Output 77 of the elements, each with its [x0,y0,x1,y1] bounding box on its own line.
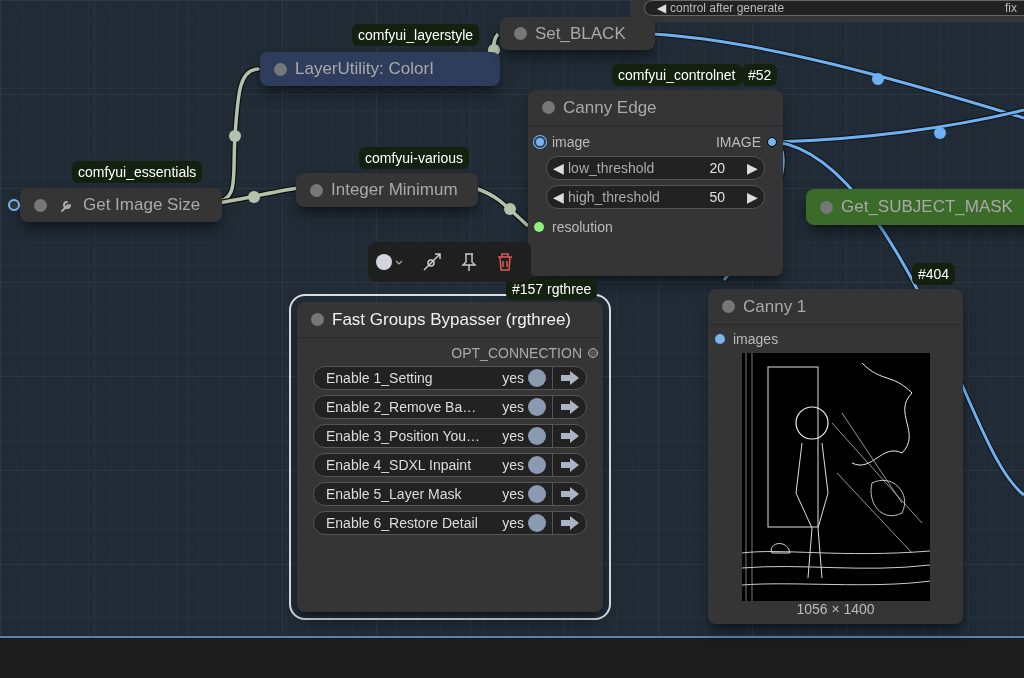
toggle-label: Enable 1_Setting [325,368,434,388]
toggle-knob[interactable] [528,456,546,474]
decrement-arrow: ◀ [553,158,564,178]
node-badge: #157 rgthree [506,278,598,300]
decrement-arrow: ◀ [553,187,564,207]
widget-value: fix [1005,2,1017,14]
node-title: Set_BLACK [535,22,626,45]
output-label: IMAGE [715,132,761,152]
image-size-label: 1056 × 1400 [796,602,875,616]
input-label: image [552,132,591,152]
node-badge: comfyui-various [359,147,470,169]
node-title: Get Image Size [83,194,201,217]
toggle-knob[interactable] [528,398,546,416]
node-card[interactable]: LayerUtility: ColorI [260,52,500,86]
decrement-arrow: ◀ [657,2,666,14]
trash-icon[interactable] [496,252,514,272]
increment-arrow: ▶ [747,158,758,178]
widget-label: control after generate [670,2,785,14]
node-title: Fast Groups Bypasser (rgthree) [332,308,572,331]
toggle-label: Enable 3_Position You… [325,426,482,446]
node-title: Get_SUBJECT_MASK [841,196,1013,219]
node-badge: #404 [912,263,956,285]
toggle-value: yes [502,513,524,533]
node-card[interactable]: ◀ control after generate fix [630,0,1024,22]
node-badge: #52 [742,64,778,86]
toggle-value: yes [502,397,524,417]
toggle-value: yes [502,455,524,475]
toggle-row[interactable]: Enable 6_Restore Detail yes [313,511,587,535]
toggle-row[interactable]: Enable 5_Layer Mask yes [313,482,587,506]
widget-value: 20 [709,158,725,178]
widget-label: high_threshold [568,187,661,207]
toggle-value: yes [502,426,524,446]
toggle-label: Enable 4_SDXL Inpaint [325,455,473,475]
toggle-value: yes [502,484,524,504]
toggle-row[interactable]: Enable 1_Setting yes [313,366,587,390]
toggle-knob[interactable] [528,485,546,503]
node-card[interactable]: Canny Edge image IMAGE ◀ low_threshold 20 ▶ ◀ high_threshold 50 ▶ resolution [528,90,783,276]
arrow-icon[interactable] [560,487,579,501]
node-title: Canny Edge [563,96,657,119]
color-picker-icon[interactable] [374,252,404,272]
arrow-icon[interactable] [560,371,579,385]
pin-icon[interactable] [460,252,478,272]
toggle-label: Enable 5_Layer Mask [325,484,463,504]
node-badge: comfyui_layerstyle [352,24,480,46]
node-title: LayerUtility: ColorI [295,58,434,81]
node-card[interactable]: Fast Groups Bypasser (rgthree) OPT_CONNECTION Enable 1_Setting yes Enable 2_Remove Ba… yes Enable 3_Position You… yes Enable 4_SDXL Inpaint yes Enable 5_Layer Mask yes Enable 6_Restore Detail yes [297,302,603,612]
toggle-knob[interactable] [528,427,546,445]
node-card[interactable]: Set_BLACK [500,17,655,50]
toggle-label: Enable 6_Restore Detail [325,513,479,533]
arrow-icon[interactable] [560,516,579,530]
arrow-icon[interactable] [560,458,579,472]
toggle-label: Enable 2_Remove Ba… [325,397,478,417]
output-label: OPT_CONNECTION [451,343,582,363]
node-badge: comfyui_controlnet [612,64,742,86]
node-title: Canny 1 [743,295,807,318]
input-label: resolution [552,217,613,237]
widget-label: low_threshold [568,158,656,178]
input-label: images [733,329,779,349]
number-field[interactable]: ◀ low_threshold 20 ▶ [546,156,765,180]
node-title: Integer Minimum [331,179,458,202]
bypass-icon[interactable] [422,252,442,272]
widget-field[interactable]: ◀ control after generate fix [644,0,1024,16]
arrow-icon[interactable] [560,400,579,414]
toggle-value: yes [502,368,524,388]
widget-value: 50 [709,187,725,207]
toggle-knob[interactable] [528,514,546,532]
arrow-icon[interactable] [560,429,579,443]
number-field[interactable]: ◀ high_threshold 50 ▶ [546,185,765,209]
toggle-row[interactable]: Enable 2_Remove Ba… yes [313,395,587,419]
increment-arrow: ▶ [747,187,758,207]
toggle-row[interactable]: Enable 3_Position You… yes [313,424,587,448]
toggle-row[interactable]: Enable 4_SDXL Inpaint yes [313,453,587,477]
node-card[interactable]: Get Image Size [20,188,222,222]
toggle-knob[interactable] [528,369,546,387]
node-card[interactable]: Integer Minimum [296,173,478,207]
node-badge: comfyui_essentials [72,161,203,183]
node-card[interactable]: Canny 1 images 1056 × 1400 [708,289,963,624]
